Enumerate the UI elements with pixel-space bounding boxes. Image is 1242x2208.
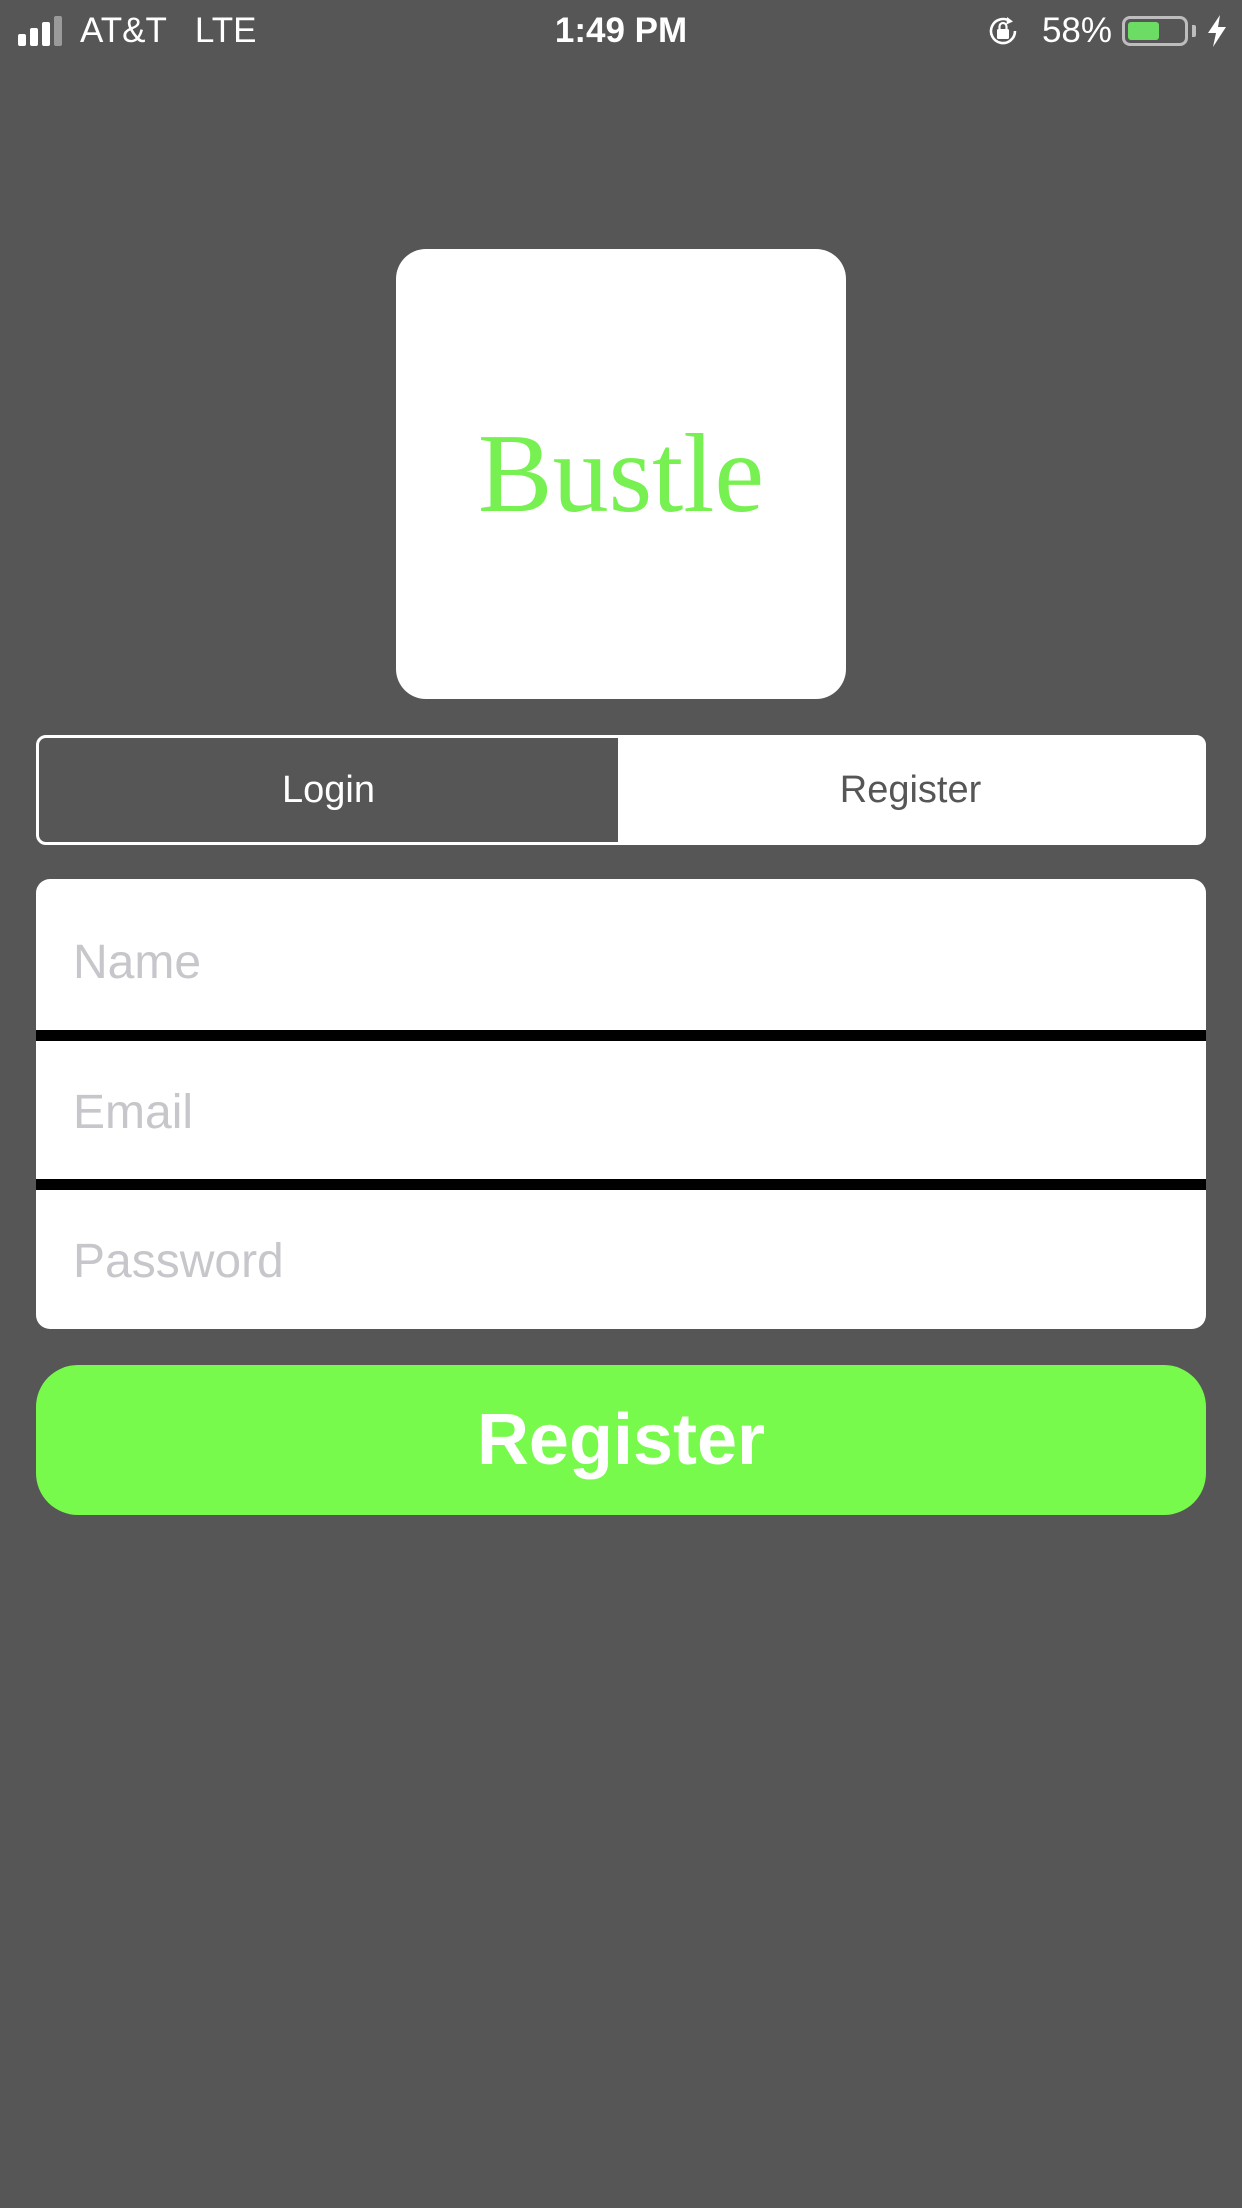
tab-register[interactable]: Register (618, 738, 1203, 842)
app-logo-text: Bustle (477, 411, 765, 536)
tab-login[interactable]: Login (39, 738, 618, 842)
charging-bolt-icon (1208, 15, 1226, 47)
name-field[interactable] (36, 893, 1206, 1031)
field-divider (36, 1030, 1206, 1041)
battery-level-fill (1128, 22, 1160, 40)
battery-tip (1192, 25, 1196, 37)
password-field[interactable] (36, 1192, 1206, 1329)
battery-percentage: 58% (1041, 11, 1112, 50)
auth-mode-segmented-control: Login Register (36, 735, 1206, 845)
orientation-lock-icon (989, 17, 1017, 45)
battery-icon (1122, 16, 1188, 46)
field-divider (36, 1179, 1206, 1190)
email-field[interactable] (36, 1043, 1206, 1181)
status-bar: AT&T LTE 1:49 PM 58% (0, 0, 1242, 62)
status-bar-right: 58% (986, 10, 1228, 52)
register-button[interactable]: Register (36, 1365, 1206, 1515)
app-logo: Bustle (396, 249, 846, 699)
registration-form (36, 879, 1206, 1329)
